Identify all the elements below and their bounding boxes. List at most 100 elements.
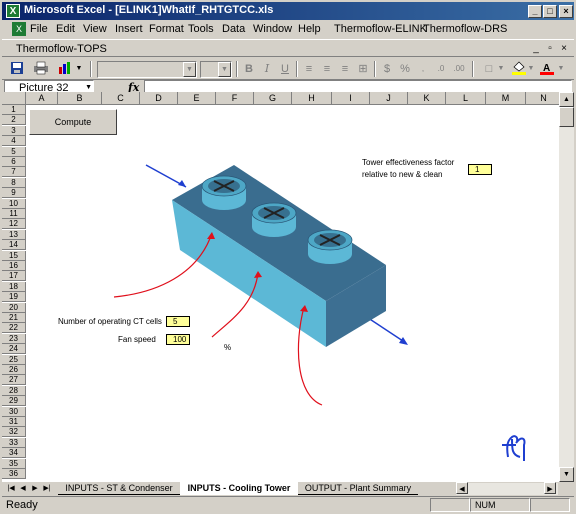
row-header[interactable]: 28	[2, 385, 26, 396]
row-header[interactable]: 34	[2, 448, 26, 459]
scroll-right-button[interactable]: ▶	[544, 482, 556, 494]
chevron-down-icon[interactable]: ▼	[556, 61, 566, 77]
column-header[interactable]: K	[408, 92, 446, 105]
save-icon[interactable]	[8, 61, 26, 77]
row-header[interactable]: 16	[2, 261, 26, 271]
font-name-combo[interactable]: ▼	[97, 61, 197, 78]
vertical-scrollbar[interactable]: ▲ ▼	[559, 92, 574, 482]
column-header[interactable]: E	[178, 92, 216, 105]
row-header[interactable]: 10	[2, 198, 26, 209]
prev-sheet-icon[interactable]: ◀	[18, 483, 28, 495]
row-header[interactable]: 11	[2, 209, 26, 219]
menu-thermoflow-elink[interactable]: Thermoflow-ELINK	[334, 23, 427, 35]
scroll-up-button[interactable]: ▲	[559, 92, 574, 107]
row-header[interactable]: 13	[2, 229, 26, 240]
row-header[interactable]: 21	[2, 313, 26, 323]
row-header[interactable]: 6	[2, 157, 26, 167]
mdi-close-button[interactable]: ×	[558, 43, 570, 55]
column-header[interactable]: J	[370, 92, 408, 105]
row-header[interactable]: 24	[2, 344, 26, 355]
column-header[interactable]: B	[58, 92, 102, 105]
menu-help[interactable]: Help	[298, 23, 321, 35]
merge-center-icon[interactable]: ⊞	[354, 61, 372, 77]
menu-data[interactable]: Data	[222, 23, 245, 35]
print-icon[interactable]	[32, 61, 50, 77]
select-all-corner[interactable]	[2, 92, 26, 105]
column-header[interactable]: F	[216, 92, 254, 105]
column-header[interactable]: A	[26, 92, 58, 105]
row-header[interactable]: 2	[2, 115, 26, 126]
cells-area[interactable]: Compute Tower effectiveness factor relat…	[26, 105, 564, 482]
row-header[interactable]: 8	[2, 177, 26, 188]
row-header[interactable]: 29	[2, 396, 26, 407]
column-header[interactable]: I	[332, 92, 370, 105]
row-header[interactable]: 5	[2, 146, 26, 157]
column-header[interactable]: N	[526, 92, 562, 105]
font-size-combo[interactable]: ▼	[200, 61, 232, 78]
tab-inputs-st-condenser[interactable]: INPUTS - ST & Condenser	[58, 482, 180, 495]
row-header[interactable]: 12	[2, 219, 26, 230]
close-button[interactable]: ×	[559, 5, 573, 18]
row-header[interactable]: 23	[2, 333, 26, 344]
row-header[interactable]: 36	[2, 469, 26, 479]
column-header[interactable]: C	[102, 92, 140, 105]
chevron-down-icon[interactable]: ▼	[74, 61, 84, 77]
font-color-icon[interactable]: A	[538, 61, 556, 77]
menu-format[interactable]: Format	[149, 23, 184, 35]
row-header[interactable]: 31	[2, 417, 26, 427]
underline-button[interactable]: U	[276, 61, 294, 77]
row-header[interactable]: 19	[2, 292, 26, 303]
row-header[interactable]: 15	[2, 250, 26, 261]
tab-output-plant-summary[interactable]: OUTPUT - Plant Summary	[298, 482, 418, 495]
italic-button[interactable]: I	[258, 61, 276, 77]
tops-toolbar-label[interactable]: Thermoflow-TOPS	[16, 43, 107, 55]
column-header[interactable]: M	[486, 92, 526, 105]
menu-window[interactable]: Window	[253, 23, 292, 35]
scroll-left-button[interactable]: ◀	[456, 482, 468, 494]
bold-button[interactable]: B	[240, 61, 258, 77]
align-center-icon[interactable]: ≡	[318, 61, 336, 77]
currency-button[interactable]: $	[378, 61, 396, 77]
row-header[interactable]: 20	[2, 302, 26, 313]
menu-insert[interactable]: Insert	[115, 23, 143, 35]
increase-decimal-icon[interactable]: .0	[432, 61, 450, 77]
menu-tools[interactable]: Tools	[188, 23, 214, 35]
chevron-down-icon[interactable]: ▼	[496, 61, 506, 77]
row-header[interactable]: 26	[2, 365, 26, 375]
cooling-tower-diagram[interactable]	[26, 105, 564, 482]
row-header[interactable]: 27	[2, 375, 26, 386]
mdi-minimize-button[interactable]: _	[530, 43, 542, 55]
align-left-icon[interactable]: ≡	[300, 61, 318, 77]
row-header[interactable]: 17	[2, 271, 26, 282]
row-header[interactable]: 33	[2, 437, 26, 448]
row-header[interactable]: 18	[2, 281, 26, 292]
row-header[interactable]: 14	[2, 240, 26, 251]
chevron-down-icon[interactable]: ▼	[218, 62, 231, 77]
workbook-icon[interactable]: X	[12, 22, 26, 36]
row-header[interactable]: 9	[2, 188, 26, 199]
row-header[interactable]: 22	[2, 323, 26, 334]
menu-edit[interactable]: Edit	[56, 23, 75, 35]
next-sheet-icon[interactable]: ▶	[30, 483, 40, 495]
column-header[interactable]: H	[292, 92, 332, 105]
last-sheet-icon[interactable]: ▶|	[42, 483, 52, 495]
row-header[interactable]: 30	[2, 406, 26, 417]
scroll-down-button[interactable]: ▼	[559, 467, 574, 482]
row-header[interactable]: 1	[2, 105, 26, 115]
tab-inputs-cooling-tower[interactable]: INPUTS - Cooling Tower	[180, 482, 298, 495]
chevron-down-icon[interactable]: ▼	[526, 61, 536, 77]
maximize-button[interactable]: □	[543, 5, 557, 18]
row-header[interactable]: 32	[2, 427, 26, 438]
chevron-down-icon[interactable]: ▼	[183, 62, 196, 77]
horizontal-scrollbar[interactable]: ◀ ▶	[456, 482, 558, 495]
row-header[interactable]: 25	[2, 354, 26, 365]
row-header[interactable]: 3	[2, 125, 26, 136]
percent-button[interactable]: %	[396, 61, 414, 77]
column-header[interactable]: L	[446, 92, 486, 105]
row-header[interactable]: 7	[2, 167, 26, 178]
menu-view[interactable]: View	[83, 23, 107, 35]
minimize-button[interactable]: _	[528, 5, 542, 18]
column-header[interactable]: G	[254, 92, 292, 105]
first-sheet-icon[interactable]: |◀	[6, 483, 16, 495]
menu-file[interactable]: File	[30, 23, 48, 35]
